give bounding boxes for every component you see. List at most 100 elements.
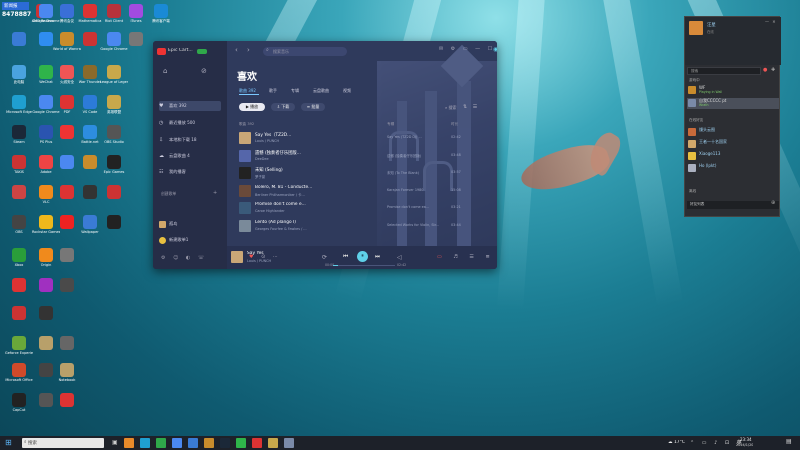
- desktop-icon[interactable]: VLC: [35, 185, 57, 209]
- desktop-icon[interactable]: Mathematica: [79, 4, 101, 28]
- forward-icon[interactable]: ›: [247, 46, 250, 54]
- friend-item[interactable]: Xiaoge113: [687, 151, 779, 162]
- song-row[interactable]: Promise don't come e... Caroe Highlander P…: [237, 200, 492, 216]
- desktop-icon[interactable]: Xbox: [8, 248, 30, 272]
- taskbar-app-icon[interactable]: [204, 438, 214, 448]
- desktop-icon[interactable]: [103, 215, 125, 239]
- play-mode-icon[interactable]: ⟳: [322, 254, 327, 261]
- desktop-icon[interactable]: [79, 155, 101, 179]
- task-view-icon[interactable]: ▣: [112, 439, 118, 446]
- desktop-icon[interactable]: Battle.net: [79, 125, 101, 149]
- desktop-icon[interactable]: [79, 185, 101, 209]
- desktop-icon[interactable]: League of Legends: [100, 65, 128, 89]
- desktop-icon[interactable]: [8, 278, 30, 302]
- taskbar-search-input[interactable]: 搜索: [22, 438, 104, 448]
- taskbar-app-icon[interactable]: [140, 438, 150, 448]
- desktop-icon[interactable]: [79, 32, 101, 56]
- nav-item[interactable]: ⇩ 本地和下载 18: [159, 135, 221, 145]
- desktop-icon[interactable]: OBS Studio: [103, 125, 125, 149]
- desktop-icon[interactable]: 此电脑: [8, 65, 30, 89]
- tab-artists[interactable]: 歌手: [269, 88, 277, 94]
- desktop-icon[interactable]: [56, 155, 78, 179]
- desktop-icon[interactable]: [125, 32, 147, 56]
- desktop-icon[interactable]: Origin: [35, 248, 57, 272]
- previous-icon[interactable]: ⏮: [343, 253, 348, 261]
- desktop-icon[interactable]: CapCut: [8, 393, 30, 417]
- music-player-window[interactable]: Epic Cart... ⌂ ⊘ ♥ 喜欢 392 ◷ 最近播放 500 ⇩ 本地和下…: [153, 41, 497, 269]
- desktop-icon[interactable]: Google Chrome: [100, 32, 128, 56]
- download-button[interactable]: ⇩ 下载: [271, 103, 295, 111]
- desktop-icon[interactable]: Wallpaper: [79, 215, 101, 239]
- nav-item[interactable]: ☷ 我的播客: [159, 167, 221, 177]
- song-row[interactable]: Say Yes（TZ2D... Louis / PUNCH Say Yes (TZ2…: [237, 130, 492, 146]
- desktop-icon[interactable]: [56, 215, 78, 239]
- sort-icon[interactable]: ⇅ ☰: [463, 104, 479, 110]
- home-icon[interactable]: ⌂: [163, 67, 167, 75]
- volume-icon[interactable]: ◁: [397, 254, 402, 261]
- taskbar-app-icon[interactable]: [156, 438, 166, 448]
- taskbar-app-icon[interactable]: [188, 438, 198, 448]
- desktop-icon[interactable]: OBS: [8, 215, 30, 239]
- nav-item[interactable]: ☁ 云盘歌曲 4: [159, 151, 221, 161]
- next-icon[interactable]: ⏭: [375, 253, 380, 261]
- music-search-input[interactable]: 搜索音乐: [263, 47, 347, 56]
- friend-item[interactable]: 王者一十名国家: [687, 139, 779, 150]
- song-row[interactable]: 遗憾 (独奏者仔乐团版... DeeDee 遗憾 (独奏者仔乐团版) 03:48: [237, 148, 492, 164]
- desktop-icon[interactable]: War Thunder: [79, 65, 101, 89]
- desktop-icon[interactable]: [35, 32, 57, 56]
- friend-item[interactable]: WF Playing in Wall: [687, 85, 779, 96]
- desktop-icon[interactable]: [56, 393, 78, 417]
- song-row[interactable]: Lento (Ad plango I) Georges Fourfee & Faw…: [237, 218, 492, 234]
- desktop-icon[interactable]: [35, 336, 57, 360]
- like-icons[interactable]: ♥ ⊙ ⋯: [249, 254, 281, 260]
- desktop-icon[interactable]: Microsoft Edge: [6, 95, 32, 119]
- friend-item[interactable]: 馒头云图: [687, 127, 779, 138]
- desktop-icon[interactable]: [8, 185, 30, 209]
- clock-time[interactable]: 23:34: [740, 437, 752, 442]
- desktop-icon[interactable]: Riot Client: [103, 4, 125, 28]
- desktop-icon[interactable]: [56, 278, 78, 302]
- desktop-icon[interactable]: [56, 185, 78, 209]
- playlist-item[interactable]: 孤岛: [159, 219, 221, 229]
- desktop-icon[interactable]: [8, 306, 30, 330]
- desktop-icon[interactable]: Google Chrome: [32, 95, 60, 119]
- desktop-icon[interactable]: Rockstar Games: [32, 215, 60, 239]
- chat-window-controls[interactable]: — ✕: [765, 19, 777, 24]
- sidebar-footer-icons[interactable]: ⚙ ☺ ◐ ☏: [161, 255, 207, 261]
- song-row[interactable]: Bolero, M. 81 - Conducte... Berliner Phil…: [237, 183, 492, 199]
- friends-list-footer[interactable]: 好友列表: [687, 201, 779, 209]
- tab-videos[interactable]: 视频: [343, 88, 351, 94]
- friend-item[interactable]: 自我CCCCC pt Wrath: [687, 98, 779, 109]
- desktop-icon[interactable]: [35, 278, 57, 302]
- desktop-icon[interactable]: WeChat: [35, 65, 57, 89]
- taskbar-app-icon[interactable]: [284, 438, 294, 448]
- desktop-icon[interactable]: [56, 248, 78, 272]
- nav-item[interactable]: ◷ 最近播放 500: [159, 118, 221, 128]
- player-right-icons[interactable]: ▭ ♬ ☰ ≣: [437, 254, 495, 260]
- weather[interactable]: ☁ 17°C: [668, 440, 685, 445]
- now-playing-cover[interactable]: [231, 251, 243, 263]
- desktop-icon[interactable]: [35, 306, 57, 330]
- progress-track[interactable]: [333, 265, 395, 266]
- desktop-icon[interactable]: PS Plus: [35, 125, 57, 149]
- desktop-icon[interactable]: [35, 363, 57, 387]
- song-row[interactable]: 未知 (Selling) 罗子豪 未知 (To The Blank) 03:57: [237, 165, 492, 181]
- notifications-icon[interactable]: ▤: [786, 438, 792, 445]
- taskbar-app-icon[interactable]: [236, 438, 246, 448]
- desktop-icon[interactable]: 腾讯会议: [56, 4, 78, 28]
- desktop-icon[interactable]: Microsoft Office: [5, 363, 33, 387]
- desktop-icon[interactable]: World of Warcraft: [53, 32, 81, 56]
- desktop-icon[interactable]: Geforce Experience: [5, 336, 33, 360]
- taskbar-app-icon[interactable]: [220, 438, 230, 448]
- windows-start-icon[interactable]: ⊞: [5, 438, 12, 447]
- play-pause-button[interactable]: ⏸: [357, 251, 368, 262]
- tab-cloud[interactable]: 云盘歌曲: [313, 88, 329, 94]
- desktop-icon[interactable]: [103, 185, 125, 209]
- batch-button[interactable]: ≡ 批量: [301, 103, 325, 111]
- desktop-icon[interactable]: 火绒安全: [56, 65, 78, 89]
- desktop-icon[interactable]: [56, 125, 78, 149]
- desktop-icon[interactable]: Steam: [8, 125, 30, 149]
- playlist-item[interactable]: 新建歌单1: [159, 235, 221, 245]
- user-name[interactable]: 汪星: [707, 22, 716, 28]
- tab-albums[interactable]: 专辑: [291, 88, 299, 94]
